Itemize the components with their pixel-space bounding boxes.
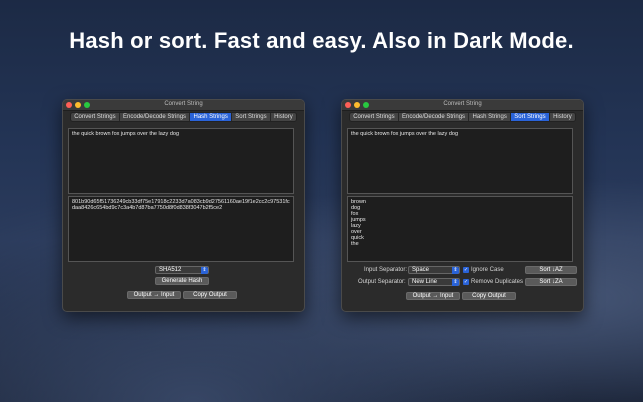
tab-bar: Convert Strings Encode/Decode Strings Ha… [70, 112, 297, 122]
tab-sort-strings[interactable]: Sort Strings [511, 113, 550, 121]
ignore-case-label: Ignore Case [471, 267, 504, 273]
sort-za-button[interactable]: Sort ↓ZA [525, 278, 577, 286]
sort-window: Convert String Convert Strings Encode/De… [341, 99, 584, 312]
input-text-area[interactable]: the quick brown fox jumps over the lazy … [347, 128, 573, 194]
title-bar: Convert String [63, 100, 304, 111]
tab-hash-strings[interactable]: Hash Strings [190, 113, 233, 121]
output-text-area[interactable]: 801b90d65f51736249cb33df75e17918c2233d7a… [68, 196, 294, 262]
output-to-input-button[interactable]: Output → Input [127, 291, 181, 299]
chevron-updown-icon: ⇕ [201, 267, 208, 274]
remove-duplicates-label: Remove Duplicates [471, 279, 524, 285]
window-title: Convert String [164, 101, 203, 107]
input-text-area[interactable]: the quick brown fox jumps over the lazy … [68, 128, 294, 194]
hash-algorithm-value: SHA512 [159, 267, 182, 273]
copy-output-button[interactable]: Copy Output [183, 291, 237, 299]
ignore-case-checkbox[interactable]: ✓ [463, 267, 469, 273]
tab-sort-strings[interactable]: Sort Strings [232, 113, 271, 121]
input-separator-value: Space [412, 267, 430, 273]
output-to-input-button[interactable]: Output → Input [406, 292, 460, 300]
tab-convert-strings[interactable]: Convert Strings [71, 113, 120, 121]
tab-encode-decode[interactable]: Encode/Decode Strings [120, 113, 191, 121]
output-separator-value: New Line [412, 279, 438, 285]
hash-algorithm-select[interactable]: SHA512 ⇕ [155, 266, 209, 274]
tab-bar: Convert Strings Encode/Decode Strings Ha… [349, 112, 576, 122]
tab-hash-strings[interactable]: Hash Strings [469, 113, 512, 121]
chevron-updown-icon: ⇕ [452, 279, 459, 286]
tab-convert-strings[interactable]: Convert Strings [350, 113, 399, 121]
output-separator-label: Output Separator: [358, 279, 406, 285]
chevron-updown-icon: ⇕ [452, 267, 459, 274]
sort-az-button[interactable]: Sort ↓AZ [525, 266, 577, 274]
hash-window: Convert String Convert Strings Encode/De… [62, 99, 305, 312]
remove-duplicates-checkbox[interactable]: ✓ [463, 279, 469, 285]
input-separator-select[interactable]: Space ⇕ [408, 266, 460, 274]
tab-history[interactable]: History [550, 113, 575, 121]
input-separator-label: Input Separator: [364, 267, 408, 273]
title-bar: Convert String [342, 100, 583, 111]
tab-encode-decode[interactable]: Encode/Decode Strings [399, 113, 470, 121]
copy-output-button[interactable]: Copy Output [462, 292, 516, 300]
window-title: Convert String [443, 101, 482, 107]
generate-hash-button[interactable]: Generate Hash [155, 277, 209, 285]
output-text-area[interactable]: brown dog fox jumps lazy over quick the [347, 196, 573, 262]
output-separator-select[interactable]: New Line ⇕ [408, 278, 460, 286]
headline: Hash or sort. Fast and easy. Also in Dar… [69, 28, 574, 53]
tab-history[interactable]: History [271, 113, 296, 121]
output-line: the [351, 241, 359, 247]
